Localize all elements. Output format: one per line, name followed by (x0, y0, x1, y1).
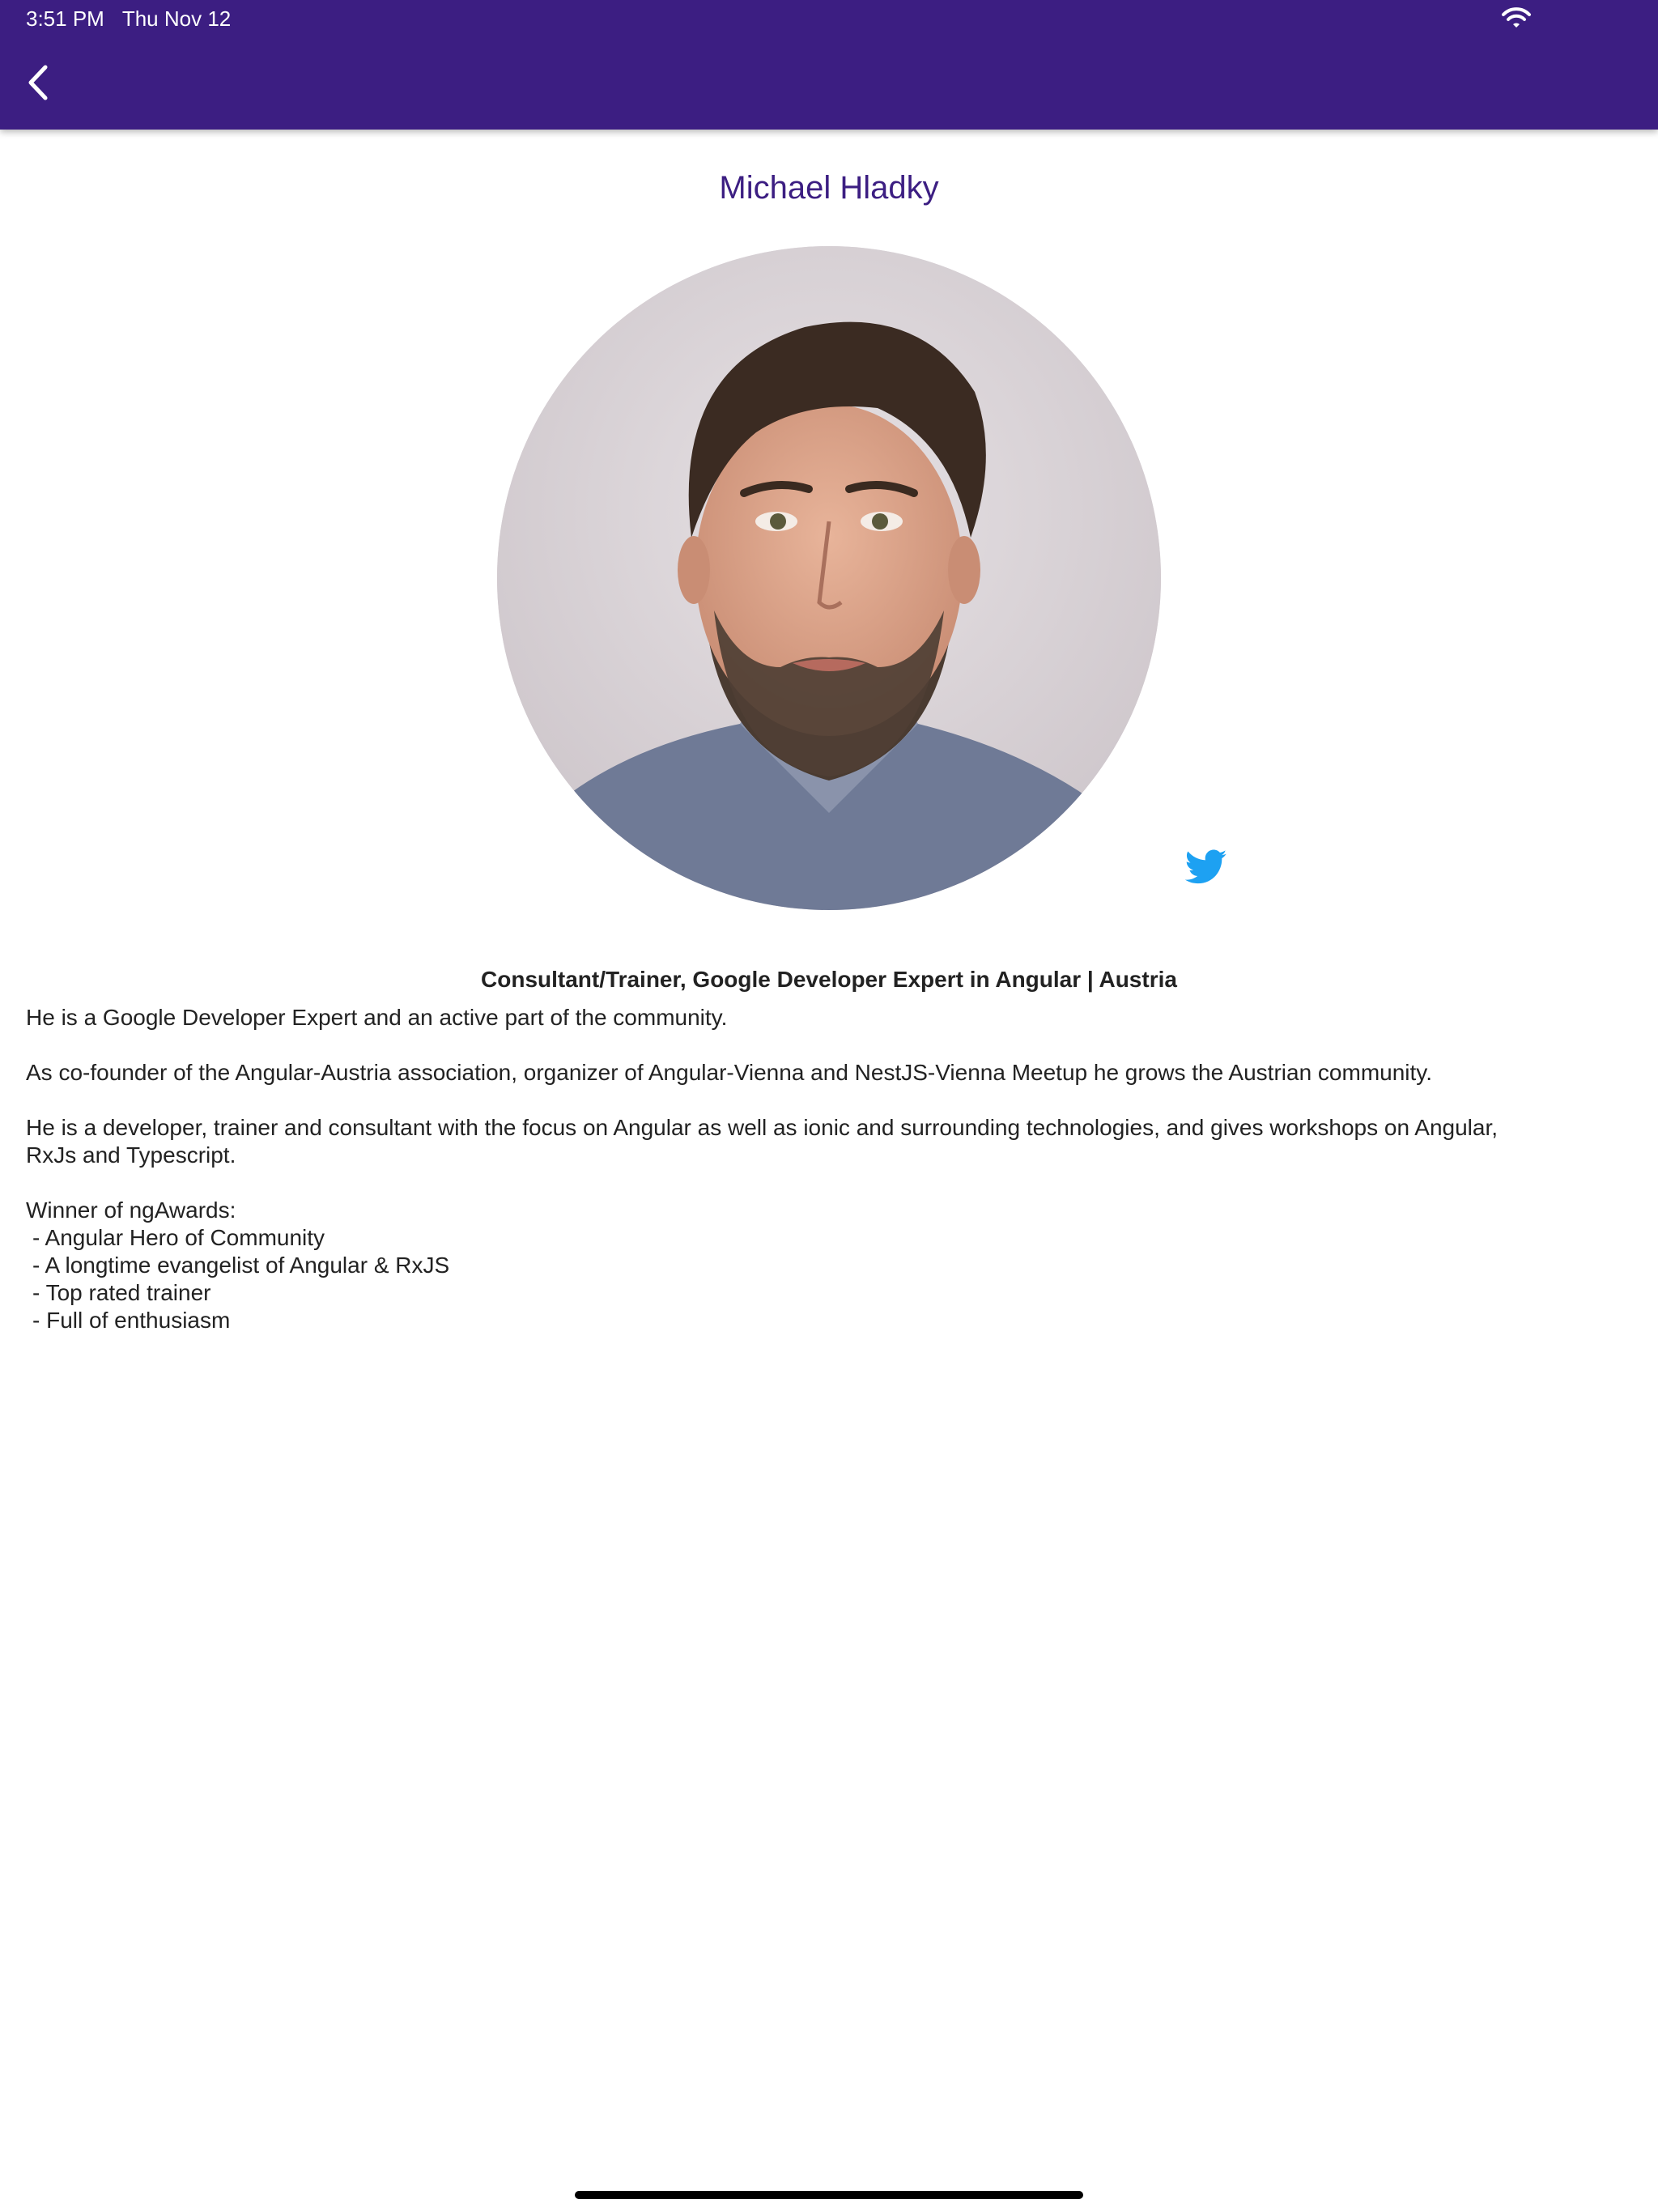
bio-paragraph: He is a Google Developer Expert and an a… (26, 1005, 728, 1030)
award-item: - Angular Hero of Community (32, 1225, 325, 1250)
status-bar: 3:51 PM Thu Nov 12 (26, 6, 249, 31)
award-item: - Top rated trainer (32, 1280, 211, 1305)
award-item: - Full of enthusiasm (32, 1308, 231, 1333)
award-item: - A longtime evangelist of Angular & RxJ… (32, 1253, 450, 1278)
wifi-icon (1502, 7, 1531, 28)
back-button[interactable] (18, 58, 58, 107)
speaker-headline: Consultant/Trainer, Google Developer Exp… (481, 967, 1177, 992)
chevron-left-icon (28, 65, 48, 100)
speaker-name: Michael Hladky (719, 170, 939, 206)
speaker-photo (497, 246, 1161, 910)
twitter-icon[interactable] (1185, 849, 1227, 886)
status-time: 3:51 PM (26, 6, 104, 31)
speaker-detail-screen: 3:51 PM Thu Nov 12 Michael Hladky Consul… (0, 0, 1658, 2212)
speaker-bio: He is a Google Developer Expert and an a… (26, 1004, 1632, 1334)
bio-paragraph: As co-founder of the Angular-Austria ass… (26, 1060, 1432, 1085)
status-date: Thu Nov 12 (121, 6, 232, 31)
awards-title: Winner of ngAwards: (26, 1197, 236, 1223)
bio-paragraph: He is a developer, trainer and consultan… (26, 1115, 1499, 1140)
bio-paragraph: RxJs and Typescript. (26, 1142, 236, 1168)
home-indicator[interactable] (575, 2191, 1083, 2199)
toolbar: 3:51 PM Thu Nov 12 (0, 0, 1658, 130)
